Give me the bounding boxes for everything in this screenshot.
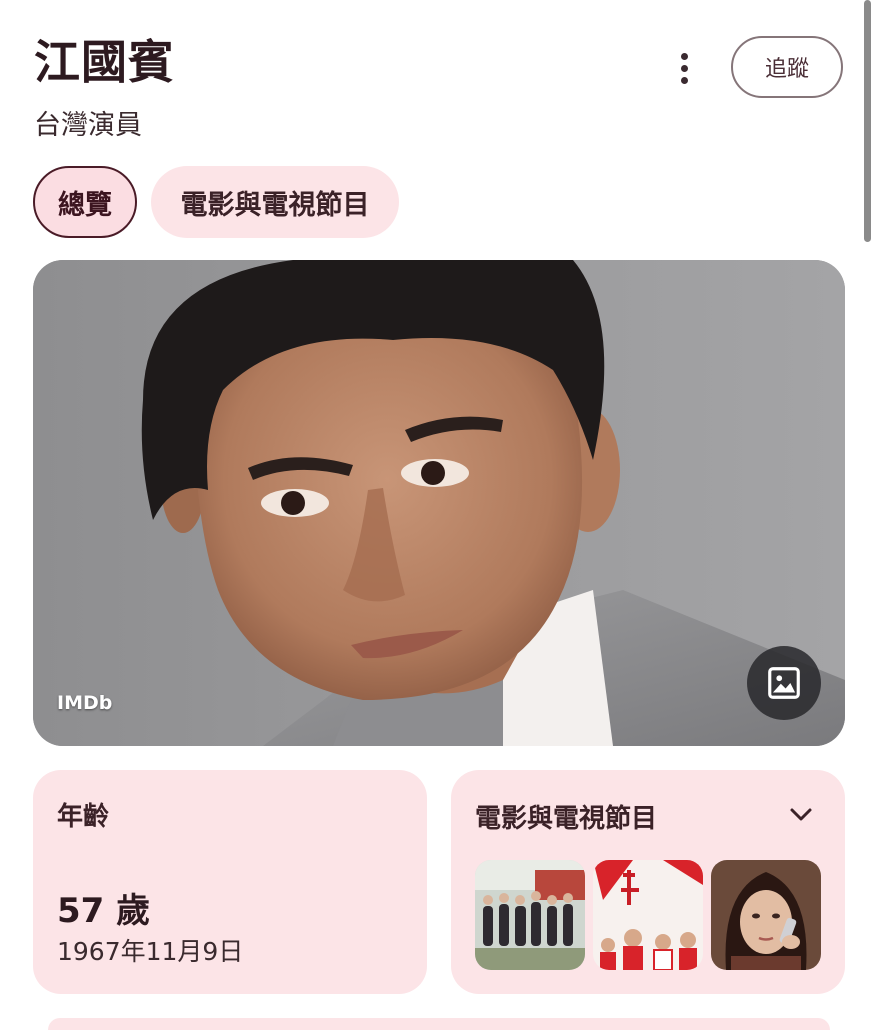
age-card[interactable]: 年齡 57 歲 1967年11月9日: [33, 770, 427, 994]
page-subtitle: 台灣演員: [34, 110, 142, 141]
movies-tv-card[interactable]: 電影與電視節目: [451, 770, 845, 994]
follow-button[interactable]: 追蹤: [731, 36, 843, 98]
image-source-label[interactable]: IMDb: [57, 692, 112, 714]
image-icon: [768, 667, 800, 699]
view-images-button[interactable]: [747, 646, 821, 720]
chevron-down-icon[interactable]: [787, 804, 815, 826]
more-options-button[interactable]: [664, 46, 704, 90]
hero-image[interactable]: IMDb: [33, 260, 845, 746]
scrollbar[interactable]: [864, 0, 871, 242]
movie-thumbnail[interactable]: [711, 860, 821, 970]
age-label: 年齡: [57, 802, 110, 832]
movie-thumbnail[interactable]: [593, 860, 703, 970]
page-title: 江國賓: [34, 35, 175, 89]
birth-date: 1967年11月9日: [57, 937, 244, 966]
age-value: 57 歲: [57, 891, 151, 931]
tab-overview[interactable]: 總覽: [33, 166, 137, 238]
more-vert-icon: [680, 52, 688, 60]
movies-tv-label: 電影與電視節目: [475, 804, 658, 834]
tab-movies-and-tv[interactable]: 電影與電視節目: [151, 166, 399, 238]
next-card: [48, 1018, 830, 1030]
movie-thumbnail[interactable]: [475, 860, 585, 970]
portrait-image: [33, 260, 845, 746]
